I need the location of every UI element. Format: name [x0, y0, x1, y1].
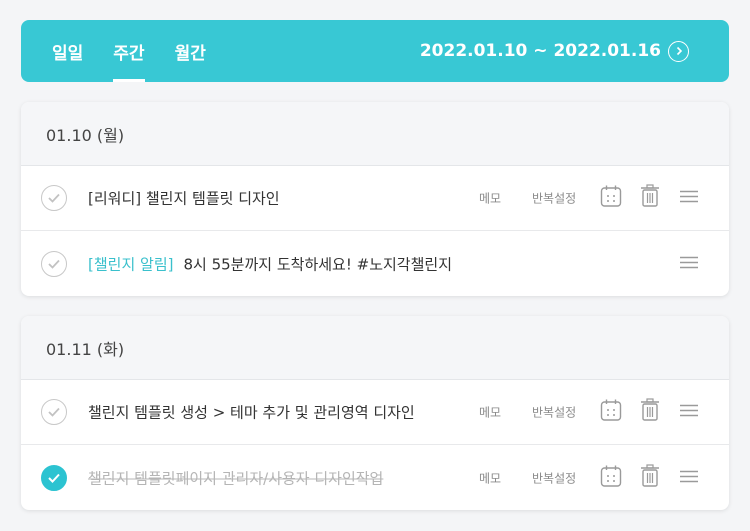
- chevron-right-icon: [676, 46, 682, 56]
- period-tabs: 일일 주간 월간: [52, 20, 236, 82]
- task-row: [리워디] 챌린지 템플릿 디자인 메모 반복설정: [21, 166, 729, 231]
- repeat-settings-button[interactable]: 반복설정: [532, 404, 576, 421]
- drag-handle-icon[interactable]: [679, 189, 699, 208]
- task-row: 챌린지 템플릿페이지 관리자/사용자 디자인작업 메모 반복설정: [21, 445, 729, 510]
- next-week-button[interactable]: [668, 40, 689, 62]
- tab-daily[interactable]: 일일: [52, 20, 83, 82]
- check-icon: [48, 473, 60, 483]
- memo-button[interactable]: 메모: [479, 190, 501, 207]
- task-text[interactable]: 챌린지 템플릿페이지 관리자/사용자 디자인작업: [88, 467, 383, 488]
- check-icon: [48, 407, 60, 417]
- day-card: 01.11 (화) 챌린지 템플릿 생성 > 테마 추가 및 관리영역 디자인 …: [21, 316, 729, 510]
- task-text[interactable]: [리워디] 챌린지 템플릿 디자인: [88, 188, 280, 209]
- task-row: [챌린지 알림] 8시 55분까지 도착하세요! #노지각챌린지: [21, 231, 729, 296]
- task-check-button[interactable]: [41, 250, 67, 277]
- challenge-alert-tag: [챌린지 알림]: [88, 255, 174, 273]
- trash-icon[interactable]: [640, 463, 660, 492]
- task-text[interactable]: [챌린지 알림] 8시 55분까지 도착하세요! #노지각챌린지: [88, 253, 452, 274]
- tab-monthly[interactable]: 월간: [175, 20, 206, 82]
- task-text-body: 8시 55분까지 도착하세요! #노지각챌린지: [183, 255, 453, 273]
- drag-handle-icon[interactable]: [679, 403, 699, 422]
- memo-button[interactable]: 메모: [479, 469, 501, 486]
- repeat-settings-button[interactable]: 반복설정: [532, 190, 576, 207]
- day-date: 01.10 (월): [21, 102, 729, 166]
- check-icon: [48, 193, 60, 203]
- date-range-label: 2022.01.10 ~ 2022.01.16: [419, 41, 661, 61]
- drag-handle-icon[interactable]: [679, 468, 699, 487]
- task-row: 챌린지 템플릿 생성 > 테마 추가 및 관리영역 디자인 메모 반복설정: [21, 380, 729, 445]
- task-check-button[interactable]: [41, 464, 67, 491]
- trash-icon[interactable]: [640, 398, 660, 426]
- check-icon: [48, 259, 60, 269]
- date-range: 2022.01.10 ~ 2022.01.16: [419, 40, 729, 62]
- tab-weekly[interactable]: 주간: [113, 20, 145, 82]
- calendar-icon[interactable]: [600, 184, 622, 212]
- calendar-icon[interactable]: [600, 398, 622, 426]
- drag-handle-icon[interactable]: [679, 254, 699, 273]
- task-text[interactable]: 챌린지 템플릿 생성 > 테마 추가 및 관리영역 디자인: [88, 402, 415, 423]
- calendar-icon[interactable]: [600, 464, 622, 492]
- task-check-button[interactable]: [41, 399, 67, 425]
- task-check-button[interactable]: [41, 185, 67, 211]
- day-card: 01.10 (월) [리워디] 챌린지 템플릿 디자인 메모 반복설정 [챌린지…: [21, 102, 729, 296]
- memo-button[interactable]: 메모: [479, 404, 501, 421]
- week-header: 일일 주간 월간 2022.01.10 ~ 2022.01.16: [21, 20, 729, 82]
- repeat-settings-button[interactable]: 반복설정: [532, 469, 576, 486]
- day-date: 01.11 (화): [21, 316, 729, 380]
- trash-icon[interactable]: [640, 184, 660, 212]
